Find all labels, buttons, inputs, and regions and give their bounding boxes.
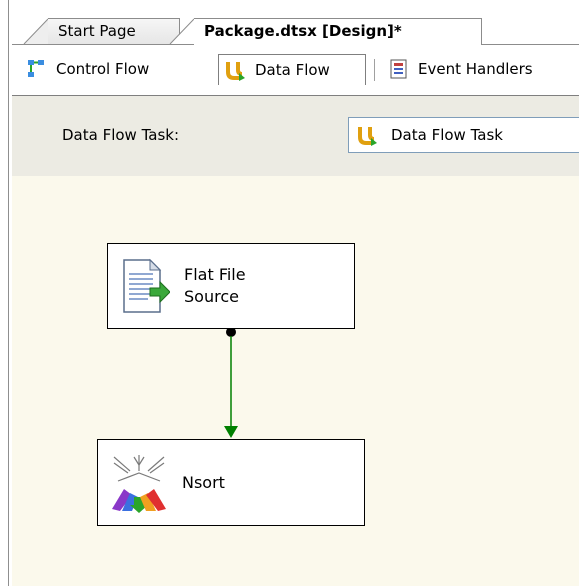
- nsort-transform-icon: [112, 454, 166, 513]
- tab-start-page[interactable]: Start Page: [18, 18, 180, 44]
- designer-window: Start Page Package.dtsx [Design]* Contro…: [0, 0, 579, 586]
- tab-separator: [374, 59, 375, 81]
- flat-file-source-label-line1: Flat File: [184, 265, 246, 284]
- flat-file-source-label-line2: Source: [184, 287, 239, 306]
- nsort-component[interactable]: Nsort: [97, 439, 365, 526]
- task-selector-label: Data Flow Task:: [62, 126, 180, 144]
- tab-start-page-label: Start Page: [58, 22, 136, 40]
- document-tab-strip: Start Page Package.dtsx [Design]*: [12, 18, 579, 45]
- window-left-border: [0, 0, 12, 586]
- tab-control-flow[interactable]: Control Flow: [20, 55, 210, 82]
- control-flow-icon: [28, 59, 44, 77]
- flat-file-source-icon: [123, 258, 170, 313]
- data-flow-task-dropdown[interactable]: Data Flow Task: [348, 117, 579, 153]
- tab-package-design[interactable]: Package.dtsx [Design]*: [164, 18, 482, 45]
- tab-event-handlers[interactable]: Event Handlers: [382, 55, 579, 82]
- flat-file-source-label: Flat File Source: [184, 264, 246, 308]
- designer-tab-strip: Control Flow Data Flow Event Handlers: [12, 45, 579, 95]
- data-flow-design-surface[interactable]: Flat File Source Nsort: [12, 176, 579, 586]
- data-flow-icon: [226, 62, 245, 81]
- event-handlers-icon: [390, 59, 407, 78]
- data-flow-task-icon: [358, 127, 377, 146]
- tab-event-handlers-label: Event Handlers: [418, 59, 533, 78]
- tab-data-flow-label: Data Flow: [255, 61, 330, 79]
- path-arrowhead: [224, 426, 238, 438]
- tab-package-design-label: Package.dtsx [Design]*: [204, 22, 402, 40]
- nsort-label: Nsort: [182, 472, 225, 492]
- flat-file-source-component[interactable]: Flat File Source: [107, 243, 355, 329]
- task-selector-bar: Data Flow Task: Data Flow Task: [12, 95, 579, 176]
- tab-data-flow[interactable]: Data Flow: [218, 54, 366, 85]
- tab-control-flow-label: Control Flow: [56, 59, 150, 78]
- data-flow-task-selected: Data Flow Task: [391, 126, 503, 144]
